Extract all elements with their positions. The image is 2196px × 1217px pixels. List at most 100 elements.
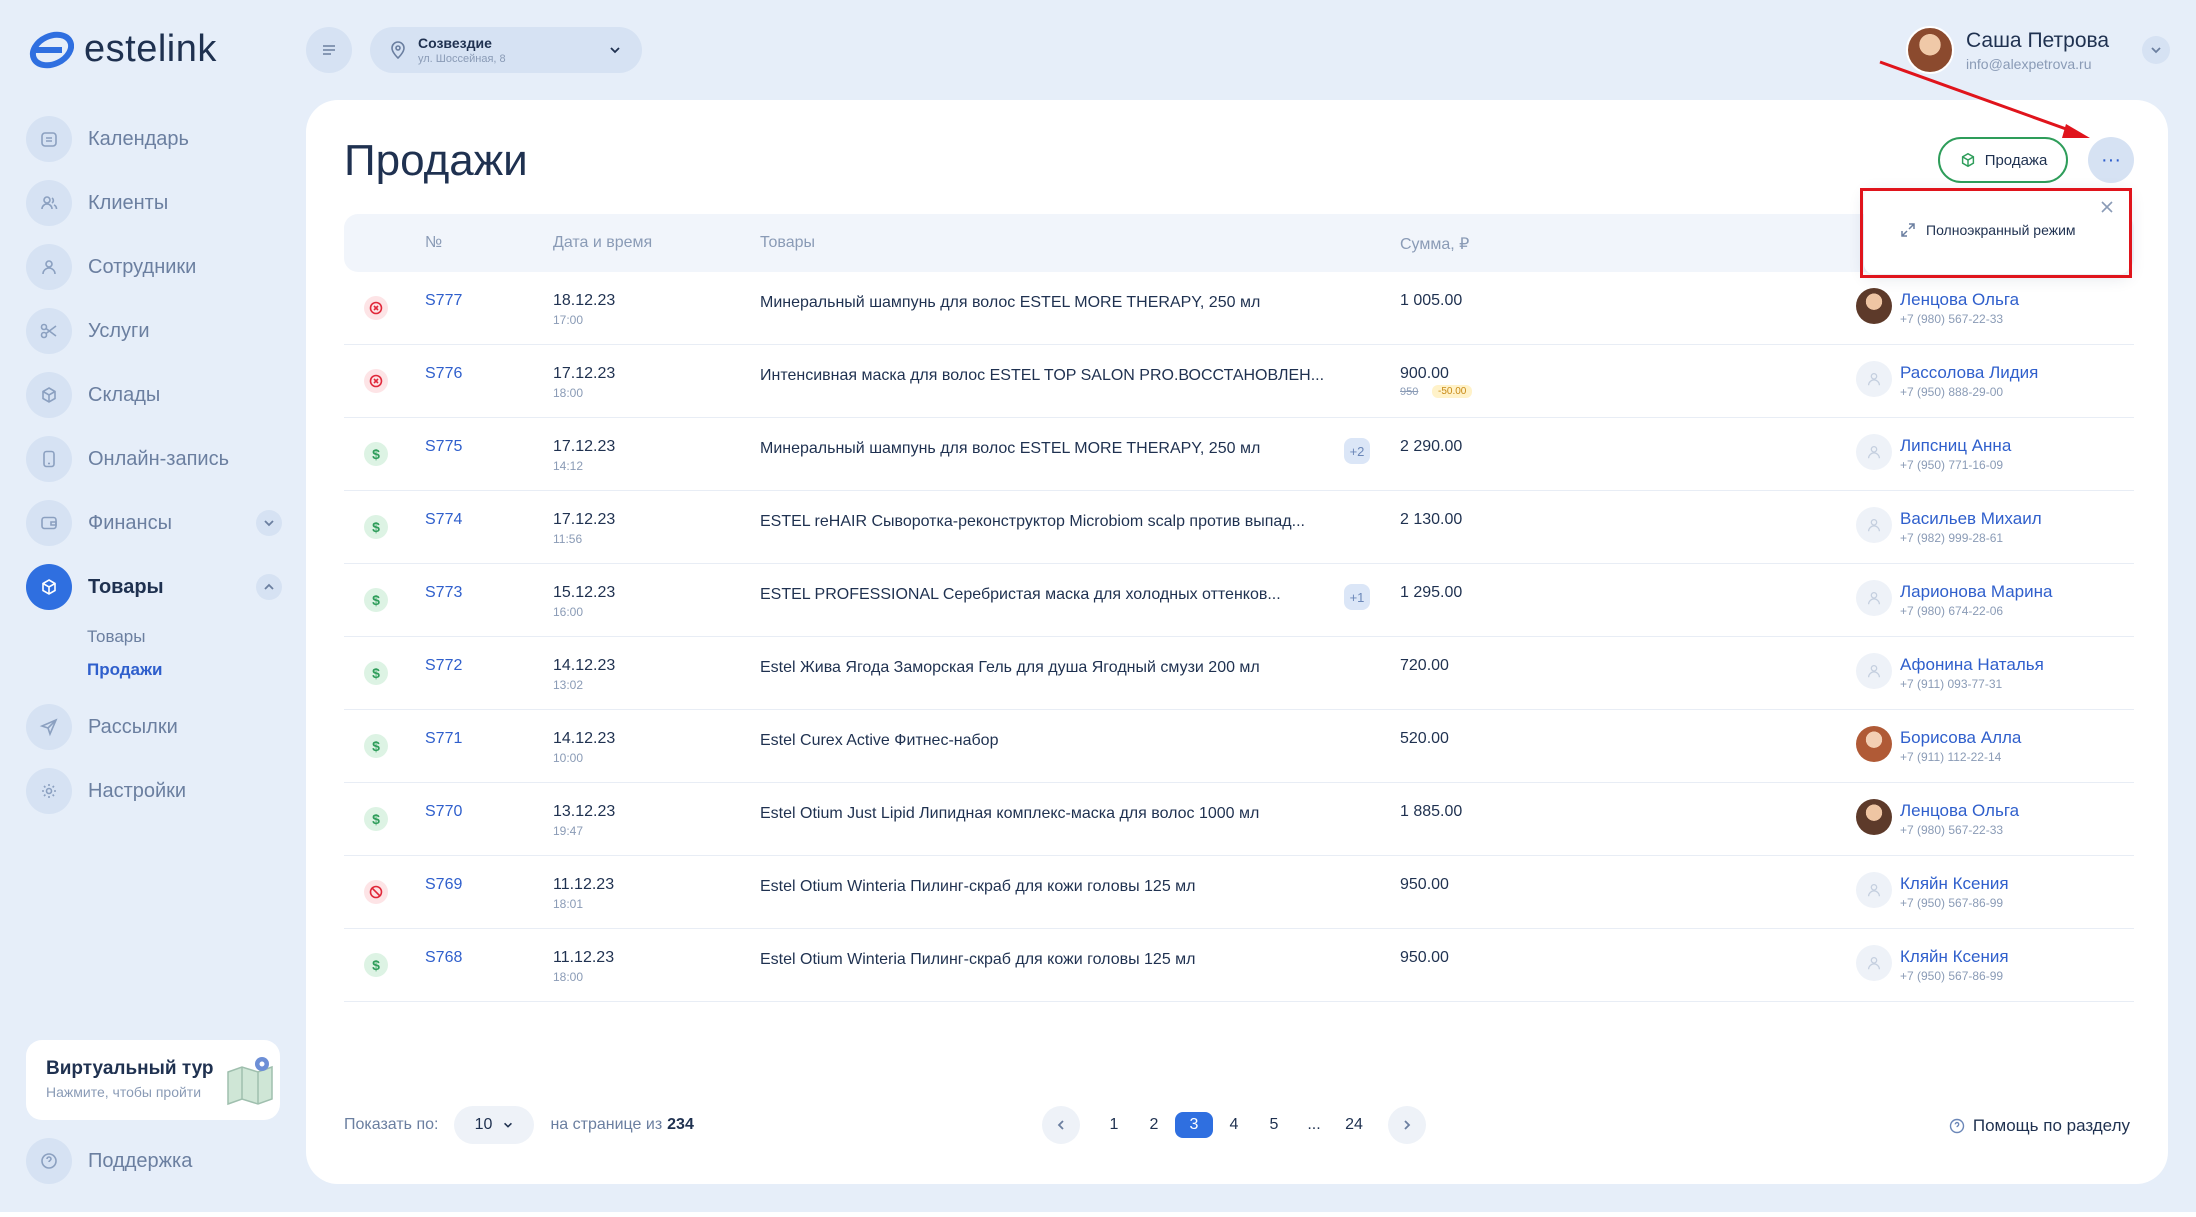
of-total-label: на странице из	[550, 1116, 663, 1133]
sidebar-item-mailings[interactable]: Рассылки	[26, 702, 282, 752]
logo[interactable]: estelink	[28, 26, 217, 72]
logo-mark-icon	[29, 31, 74, 69]
sale-number[interactable]: S771	[425, 730, 462, 748]
sidebar-item-settings[interactable]: Настройки	[26, 766, 282, 816]
chevron-down-icon[interactable]	[256, 510, 282, 536]
avatar	[1856, 872, 1892, 908]
table-row[interactable]: $ S775 17.12.23 14:12 Минеральный шампунь дл…	[344, 418, 2134, 491]
client-name[interactable]: Васильев Михаил	[1900, 509, 2042, 529]
client-phone: +7 (950) 567-86-99	[1900, 969, 2004, 983]
extra-goods-badge[interactable]: +1	[1344, 584, 1370, 610]
more-options-button[interactable]: ···	[2088, 137, 2134, 183]
sale-sum: 720.00	[1400, 657, 1449, 674]
client-name[interactable]: Ленцова Ольга	[1900, 290, 2019, 310]
support-link[interactable]: Поддержка	[26, 1138, 192, 1184]
discount-badge: -50.00	[1432, 385, 1473, 398]
column-header-goods[interactable]: Товары	[760, 234, 815, 252]
user-email: info@alexpetrova.ru	[1966, 55, 2092, 72]
table-row[interactable]: S776 17.12.23 18:00 Интенсивная маска для в…	[344, 345, 2134, 418]
prev-page-button[interactable]	[1042, 1106, 1080, 1144]
sale-number[interactable]: S774	[425, 511, 462, 529]
client-name[interactable]: Липсниц Анна	[1900, 436, 2011, 456]
page-button[interactable]: 4	[1214, 1116, 1254, 1134]
subnav-item-goods[interactable]: Товары	[87, 620, 282, 653]
sale-number[interactable]: S768	[425, 949, 462, 967]
page-button[interactable]: 1	[1094, 1116, 1134, 1134]
sidebar-item-warehouses[interactable]: Склады	[26, 370, 282, 420]
client-name[interactable]: Борисова Алла	[1900, 728, 2021, 748]
column-header-sum[interactable]: Сумма, ₽	[1400, 234, 1469, 254]
sale-date: 14.12.23	[553, 730, 616, 747]
table-row[interactable]: S777 18.12.23 17:00 Минеральный шампунь для…	[344, 272, 2134, 345]
sidebar-item-services[interactable]: Услуги	[26, 306, 282, 356]
table-row[interactable]: $ S773 15.12.23 16:00 ESTEL PROFESSIONAL Сер…	[344, 564, 2134, 637]
client-name[interactable]: Ленцова Ольга	[1900, 801, 2019, 821]
virtual-tour-card[interactable]: Виртуальный тур Нажмите, чтобы пройти	[26, 1040, 280, 1120]
table-row[interactable]: $ S768 11.12.23 18:00 Estel Otium Winteria П…	[344, 929, 2134, 1002]
sidebar-item-online-booking[interactable]: Онлайн-запись	[26, 434, 282, 484]
sidebar-item-staff[interactable]: Сотрудники	[26, 242, 282, 292]
location-address: ул. Шоссейная, 8	[418, 53, 506, 65]
help-label: Помощь по разделу	[1972, 1116, 2130, 1135]
sidebar-item-goods[interactable]: Товары	[26, 562, 282, 612]
client-name[interactable]: Кляйн Ксения	[1900, 947, 2009, 967]
table-row[interactable]: S769 11.12.23 18:01 Estel Otium Winteria Пи…	[344, 856, 2134, 929]
sale-date: 18.12.23	[553, 292, 616, 309]
table-row[interactable]: $ S770 13.12.23 19:47 Estel Otium Just Lipid…	[344, 783, 2134, 856]
help-link[interactable]: Помощь по разделу	[1949, 1116, 2130, 1136]
close-icon[interactable]	[2098, 198, 2116, 216]
client-name[interactable]: Афонина Наталья	[1900, 655, 2044, 675]
status-badge: $	[364, 734, 388, 758]
table-row[interactable]: $ S771 14.12.23 10:00 Estel Curex Active Фит…	[344, 710, 2134, 783]
sale-number[interactable]: S770	[425, 803, 462, 821]
sale-number[interactable]: S769	[425, 876, 462, 894]
sidebar-item-calendar[interactable]: Календарь	[26, 114, 282, 164]
sidebar-item-clients[interactable]: Клиенты	[26, 178, 282, 228]
status-badge: $	[364, 661, 388, 685]
sale-number[interactable]: S773	[425, 584, 462, 602]
table-row[interactable]: $ S772 14.12.23 13:02 Estel Жива Ягода Замор…	[344, 637, 2134, 710]
sale-goods: Интенсивная маска для волос ESTEL TOP SA…	[760, 367, 1325, 384]
next-page-button[interactable]	[1388, 1106, 1426, 1144]
blocked-icon	[369, 885, 383, 899]
column-header-num[interactable]: №	[425, 234, 442, 252]
sidebar-item-label: Товары	[88, 575, 164, 598]
client-name[interactable]: Ларионова Марина	[1900, 582, 2052, 602]
page-button[interactable]: 3	[1175, 1112, 1213, 1138]
menu-toggle-button[interactable]	[306, 27, 352, 73]
warehouse-icon	[26, 372, 72, 418]
client-name[interactable]: Кляйн Ксения	[1900, 874, 2009, 894]
gear-icon	[26, 768, 72, 814]
extra-goods-badge[interactable]: +2	[1344, 438, 1370, 464]
table-row[interactable]: $ S774 17.12.23 11:56 ESTEL reHAIR Сыворотка…	[344, 491, 2134, 564]
new-sale-button[interactable]: Продажа	[1938, 137, 2068, 183]
page-button[interactable]: 5	[1254, 1116, 1294, 1134]
page-button[interactable]: 24	[1334, 1116, 1374, 1134]
sale-number[interactable]: S775	[425, 438, 462, 456]
sale-time: 17:00	[553, 313, 584, 327]
sidebar-item-finance[interactable]: Финансы	[26, 498, 282, 548]
subnav-item-sales[interactable]: Продажи	[87, 653, 282, 686]
sale-date: 11.12.23	[553, 949, 615, 966]
sale-number[interactable]: S777	[425, 292, 462, 310]
location-select[interactable]: Созвездие ул. Шоссейная, 8	[370, 27, 642, 73]
dollar-icon: $	[372, 811, 380, 827]
sale-number[interactable]: S776	[425, 365, 462, 383]
sale-sum: 520.00	[1400, 730, 1449, 747]
user-profile[interactable]: Саша Петрова info@alexpetrova.ru	[1906, 26, 2109, 74]
per-page-select[interactable]: 10	[454, 1106, 535, 1144]
client-name[interactable]: Рассолова Лидия	[1900, 363, 2038, 383]
sale-number[interactable]: S772	[425, 657, 462, 675]
status-badge: $	[364, 953, 388, 977]
page-button[interactable]: 2	[1134, 1116, 1174, 1134]
fullscreen-mode-item[interactable]: Полноэкранный режим	[1900, 222, 2076, 238]
chevron-down-icon	[504, 1122, 513, 1128]
more-dots-icon: ···	[2101, 148, 2121, 171]
chevron-up-icon[interactable]	[256, 574, 282, 600]
column-header-datetime[interactable]: Дата и время	[553, 234, 652, 252]
sale-goods: ESTEL reHAIR Сыворотка-реконструктор Mic…	[760, 513, 1305, 530]
sale-goods: Минеральный шампунь для волос ESTEL MORE…	[760, 294, 1261, 311]
user-menu-chevron-icon[interactable]	[2142, 36, 2170, 64]
user-placeholder-icon	[1867, 372, 1881, 386]
sale-time: 11:56	[553, 532, 583, 546]
